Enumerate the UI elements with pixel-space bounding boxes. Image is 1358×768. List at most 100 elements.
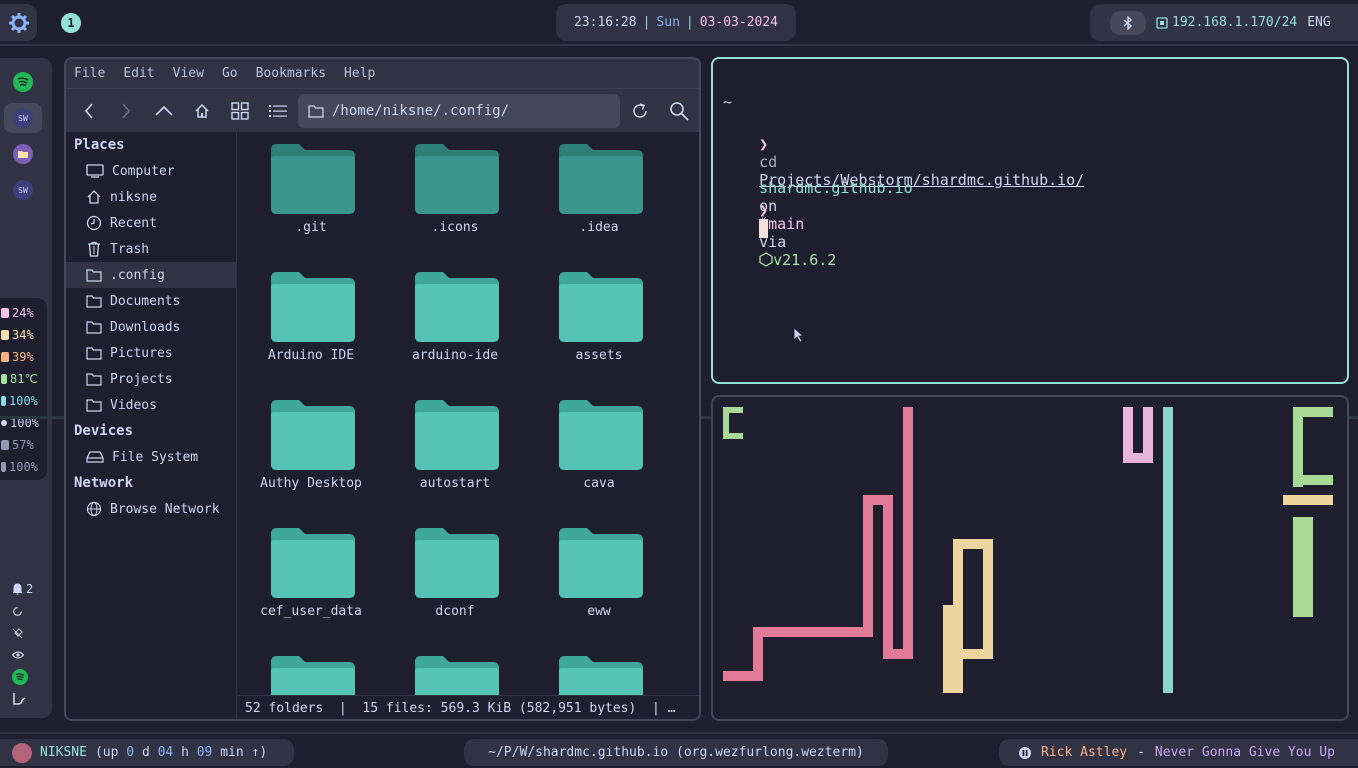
workspace-1-button[interactable]: 1 <box>61 13 81 33</box>
folder-item[interactable]: autostart <box>385 388 525 508</box>
home-icon <box>195 103 209 118</box>
folder-icon <box>559 144 643 214</box>
folder-icon <box>559 656 643 695</box>
sidebar-item-niksne[interactable]: niksne <box>66 184 236 210</box>
dock-app-spotify[interactable] <box>4 67 42 97</box>
folder-icon <box>86 294 102 308</box>
forward-button[interactable] <box>111 97 141 125</box>
sidebar-item-config[interactable]: .config <box>66 262 236 288</box>
folder-name: .git <box>295 220 327 235</box>
folder-icon <box>86 372 102 386</box>
pin-button[interactable] <box>6 622 46 644</box>
folder-name: eww <box>587 604 611 619</box>
folder-icon <box>559 272 643 342</box>
path-bar[interactable]: /home/niksne/.config/ <box>298 94 620 128</box>
ethernet-icon <box>1156 16 1168 29</box>
network-status[interactable]: 192.168.1.170/24 <box>1156 15 1297 30</box>
bluetooth-button[interactable] <box>1110 10 1146 35</box>
brightness-icon <box>1 420 7 426</box>
menu-view[interactable]: View <box>173 66 204 81</box>
sidebar-item-trash[interactable]: Trash <box>66 236 236 262</box>
icon-view-button[interactable] <box>225 97 255 125</box>
back-button[interactable] <box>74 97 104 125</box>
toolbar: /home/niksne/.config/ <box>66 88 699 132</box>
cpu-value: 24% <box>12 306 34 320</box>
files-icon <box>13 144 33 164</box>
folder-item[interactable]: eww <box>529 516 669 636</box>
uptime-h: h <box>181 745 189 760</box>
menu-edit[interactable]: Edit <box>123 66 154 81</box>
folder-item[interactable]: assets <box>529 260 669 380</box>
uptime-suffix: ↑) <box>251 745 268 760</box>
folder-item[interactable]: cava <box>529 388 669 508</box>
disk-icon <box>1 352 9 362</box>
sidebar-item-downloads[interactable]: Downloads <box>66 314 236 340</box>
memory-value: 34% <box>12 328 34 342</box>
sidebar-item-videos[interactable]: Videos <box>66 392 236 418</box>
folder-item[interactable]: Authy Desktop <box>241 388 381 508</box>
home-button[interactable] <box>187 97 217 125</box>
list-view-button[interactable] <box>263 97 293 125</box>
folder-item[interactable]: Arduino IDE <box>241 260 381 380</box>
track-title: Never Gonna Give You Up <box>1154 745 1335 760</box>
reload-button[interactable] <box>625 97 655 125</box>
battery-stat: 100% <box>0 390 47 412</box>
folder-icon <box>308 104 324 118</box>
temperature-stat: 81℃ <box>0 368 47 390</box>
folder-item[interactable] <box>241 644 381 695</box>
computer-icon <box>86 164 104 178</box>
up-button[interactable] <box>149 97 179 125</box>
folder-item[interactable]: dconf <box>385 516 525 636</box>
folder-item[interactable]: .icons <box>385 132 525 252</box>
headphones-icon <box>1 440 9 450</box>
separator: | <box>642 15 651 30</box>
folder-name: assets <box>575 348 623 363</box>
notifications-button[interactable]: 2 <box>6 578 46 600</box>
cpu-stat: 24% <box>0 302 47 324</box>
grid-icon <box>231 102 249 120</box>
rotate-button[interactable] <box>6 600 46 622</box>
avatar[interactable] <box>12 742 32 763</box>
trash-icon <box>88 241 100 257</box>
menu-help[interactable]: Help <box>344 66 375 81</box>
sidebar-item-computer[interactable]: Computer <box>66 158 236 184</box>
search-button[interactable] <box>664 97 694 125</box>
sidebar-item-documents[interactable]: Documents <box>66 288 236 314</box>
steam-tray-button[interactable] <box>6 688 46 710</box>
launcher-button[interactable] <box>0 4 37 41</box>
keyboard-layout[interactable]: ENG <box>1307 15 1330 30</box>
prompt-symbol: ❯ <box>759 135 769 153</box>
menu-file[interactable]: File <box>74 66 105 81</box>
uptime-hours: 04 <box>157 745 174 760</box>
folder-item[interactable]: arduino-ide <box>385 260 525 380</box>
sidebar-item-label: Pictures <box>110 345 173 361</box>
sidebar-item-projects[interactable]: Projects <box>66 366 236 392</box>
sidebar-item-recent[interactable]: Recent <box>66 210 236 236</box>
pin-off-icon <box>12 627 23 638</box>
eye-button[interactable] <box>6 644 46 666</box>
memory-stat: 34% <box>0 324 47 346</box>
sidebar-item-label: File System <box>112 449 199 465</box>
dock-app-files[interactable] <box>4 139 42 169</box>
folder-item[interactable]: .idea <box>529 132 669 252</box>
notification-count: 2 <box>26 582 34 596</box>
spotify-tray-button[interactable] <box>6 666 46 688</box>
list-icon <box>269 105 287 117</box>
sidebar-item-file-system[interactable]: File System <box>66 444 236 470</box>
pause-button[interactable] <box>1019 746 1031 759</box>
folder-icon <box>271 400 355 470</box>
menu-go[interactable]: Go <box>222 66 238 81</box>
folder-item[interactable]: .git <box>241 132 381 252</box>
folder-item[interactable] <box>529 644 669 695</box>
sidebar-item-pictures[interactable]: Pictures <box>66 340 236 366</box>
dock-app-webstorm-2[interactable]: SW <box>4 175 42 205</box>
sidebar-item-label: Browse Network <box>110 501 220 517</box>
sidebar-item-browse-network[interactable]: Browse Network <box>66 496 236 522</box>
track-artist: Rick Astley <box>1041 745 1128 760</box>
dock-app-webstorm[interactable]: SW <box>4 103 42 133</box>
folder-item[interactable]: cef_user_data <box>241 516 381 636</box>
menu-bookmarks[interactable]: Bookmarks <box>256 66 326 81</box>
terminal-window[interactable]: ~ ❯ cd Projects/Webstorm/shardmc.github.… <box>711 57 1349 384</box>
folder-item[interactable] <box>385 644 525 695</box>
clock: 23:16:28 | Sun | 03-03-2024 <box>556 4 796 41</box>
